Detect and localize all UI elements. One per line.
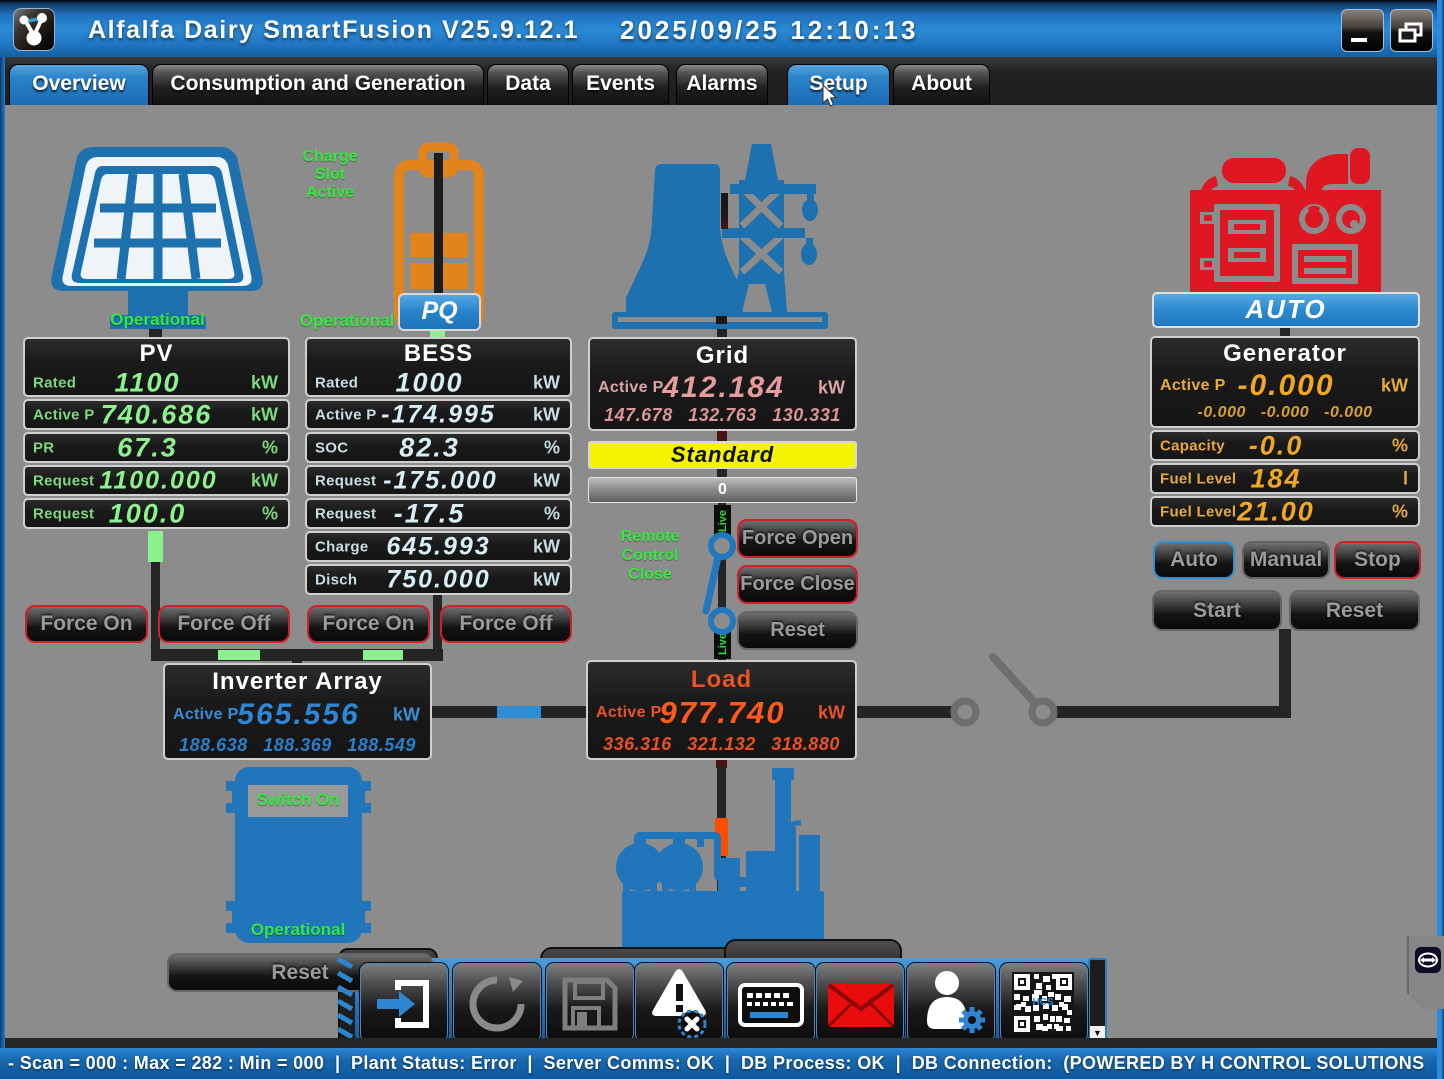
svg-text:HCS: HCS bbox=[1032, 997, 1053, 1008]
